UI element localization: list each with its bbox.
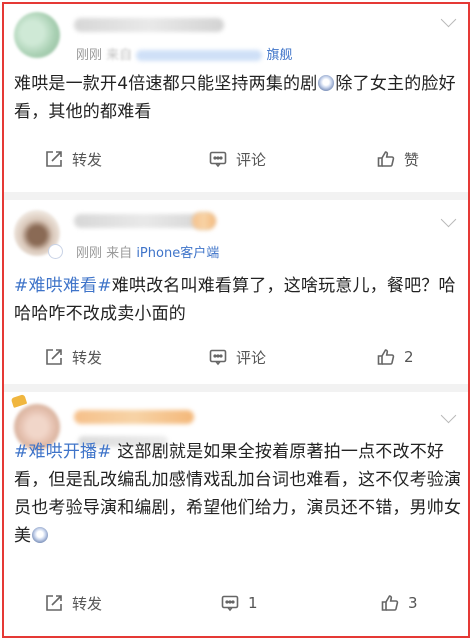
post-time: 刚刚 [76, 48, 103, 63]
comment-label: 评论 [236, 348, 267, 367]
like-count: 2 [404, 348, 414, 366]
like-count: 3 [408, 594, 418, 612]
repost-label: 转发 [72, 594, 103, 613]
repost-icon [46, 151, 62, 167]
source-blurred [136, 50, 263, 61]
thumbs-up-icon [377, 151, 395, 167]
post-body: #难哄开播# 这部剧就是如果全按着原著拍一点不改不好看，但是乱改编乱加感情戏乱加… [14, 438, 462, 550]
face-emoji-icon [32, 527, 49, 543]
repost-label: 转发 [72, 150, 103, 169]
comment-label: 评论 [236, 150, 267, 169]
like-button[interactable]: 2 [376, 337, 414, 377]
divider [4, 384, 468, 392]
post-2: 刚刚 来自 iPhone客户端 #难哄难看#难哄改名叫难看算了，这啥玩意儿，餐吧… [4, 200, 468, 384]
post-body: 难哄是一款开4倍速都只能坚持两集的剧 除了女主的脸好看，其他的都难看 [14, 70, 462, 126]
crown-icon [10, 394, 28, 408]
action-bar: 转发 1 3 [4, 583, 468, 623]
post-1: 刚刚 来自 旗舰 难哄是一款开4倍速都只能坚持两集的剧 除了女主的脸好看，其他的都… [4, 4, 468, 192]
avatar[interactable] [14, 12, 60, 58]
thumbs-up-icon [377, 349, 395, 365]
post-time: 刚刚 [76, 246, 103, 261]
comment-icon [209, 349, 227, 366]
verified-badge-icon [48, 244, 63, 259]
action-bar: 转发 评论 赞 [4, 139, 468, 179]
post-text: 难哄是一款开4倍速都只能坚持两集的剧 [14, 74, 318, 94]
badge-blurred [192, 212, 216, 230]
post-source-prefix: 来自 [106, 48, 133, 63]
post-source-brand[interactable]: 旗舰 [266, 48, 292, 63]
comment-button[interactable]: 评论 [208, 337, 266, 377]
thumbs-up-icon [381, 595, 399, 611]
chevron-down-icon[interactable] [440, 211, 457, 228]
like-button[interactable]: 赞 [376, 139, 419, 179]
post-3: #难哄开播# 这部剧就是如果全按着原著拍一点不改不好看，但是乱改编乱加感情戏乱加… [4, 392, 468, 636]
post-meta: 刚刚 来自 iPhone客户端 [76, 242, 219, 261]
comment-icon [221, 595, 239, 612]
screenshot-frame: 刚刚 来自 旗舰 难哄是一款开4倍速都只能坚持两集的剧 除了女主的脸好看，其他的都… [2, 2, 470, 638]
action-bar: 转发 评论 2 [4, 337, 468, 377]
post-meta: 刚刚 来自 旗舰 [76, 44, 292, 63]
hashtag-link[interactable]: #难哄开播# [14, 442, 112, 462]
repost-button[interactable]: 转发 [44, 139, 102, 179]
repost-icon [46, 349, 62, 365]
divider [4, 192, 468, 200]
post-body: #难哄难看#难哄改名叫难看算了，这啥玩意儿，餐吧？哈哈哈咋不改成卖小面的 [14, 272, 462, 328]
user-name-blurred[interactable] [74, 410, 194, 424]
repost-icon [46, 595, 62, 611]
user-name-blurred[interactable] [74, 18, 224, 32]
hashtag-link[interactable]: #难哄难看# [14, 276, 112, 296]
face-emoji-icon [318, 75, 335, 91]
comment-button[interactable]: 1 [220, 583, 258, 623]
repost-button[interactable]: 转发 [44, 583, 102, 623]
comment-count: 1 [248, 594, 258, 612]
post-source-prefix: 来自 [106, 246, 133, 261]
like-button[interactable]: 3 [380, 583, 418, 623]
post-source[interactable]: iPhone客户端 [136, 246, 219, 261]
repost-label: 转发 [72, 348, 103, 367]
chevron-down-icon[interactable] [440, 11, 457, 28]
repost-button[interactable]: 转发 [44, 337, 102, 377]
comment-button[interactable]: 评论 [208, 139, 266, 179]
chevron-down-icon[interactable] [440, 407, 457, 424]
comment-icon [209, 151, 227, 168]
like-label: 赞 [404, 150, 420, 169]
